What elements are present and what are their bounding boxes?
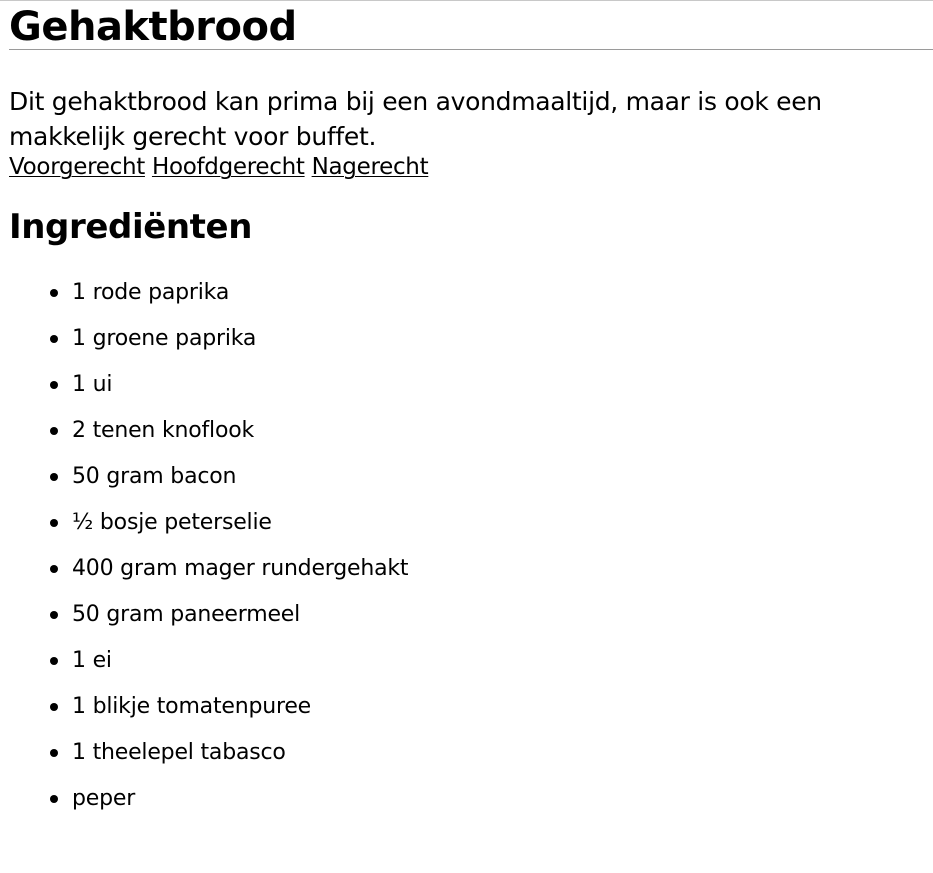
list-item: 400 gram mager rundergehakt: [50, 554, 933, 584]
bullet-icon: [50, 611, 58, 619]
bullet-icon: [50, 519, 58, 527]
ingredient-text: 1 blikje tomatenpuree: [72, 694, 312, 719]
bullet-icon: [50, 795, 58, 803]
list-item: 1 rode paprika: [50, 278, 933, 308]
bullet-icon: [50, 381, 58, 389]
list-item: ½ bosje peterselie: [50, 508, 933, 538]
ingredients-list: 1 rode paprika 1 groene paprika 1 ui 2 t…: [9, 278, 933, 814]
bullet-icon: [50, 657, 58, 665]
bullet-icon: [50, 473, 58, 481]
recipe-intro: Dit gehaktbrood kan prima bij een avondm…: [9, 87, 822, 151]
list-item: 1 groene paprika: [50, 324, 933, 354]
recipe-page: Gehaktbrood Dit gehaktbrood kan prima bi…: [0, 1, 933, 814]
ingredient-text: 1 ei: [72, 648, 112, 673]
bullet-icon: [50, 335, 58, 343]
ingredient-text: 1 theelepel tabasco: [72, 740, 286, 765]
list-item: 1 ui: [50, 370, 933, 400]
ingredients-heading: Ingrediënten: [9, 207, 252, 247]
ingredient-text: 2 tenen knoflook: [72, 418, 255, 443]
bullet-icon: [50, 289, 58, 297]
ingredient-text: ½ bosje peterselie: [72, 510, 272, 535]
ingredient-text: 400 gram mager rundergehakt: [72, 556, 409, 581]
list-item: 2 tenen knoflook: [50, 416, 933, 446]
bullet-icon: [50, 749, 58, 757]
list-item: 1 theelepel tabasco: [50, 738, 933, 768]
list-item: 1 ei: [50, 646, 933, 676]
ingredient-text: 1 rode paprika: [72, 280, 230, 305]
category-link-hoofdgerecht[interactable]: Hoofdgerecht: [152, 154, 305, 180]
ingredient-text: 50 gram paneermeel: [72, 602, 301, 627]
page-title: Gehaktbrood: [9, 1, 933, 50]
ingredient-text: 50 gram bacon: [72, 464, 237, 489]
bullet-icon: [50, 427, 58, 435]
category-links: Voorgerecht Hoofdgerecht Nagerecht: [9, 154, 933, 180]
bullet-icon: [50, 565, 58, 573]
bullet-icon: [50, 703, 58, 711]
ingredient-text: 1 groene paprika: [72, 326, 257, 351]
ingredient-text: 1 ui: [72, 372, 113, 397]
list-item: peper: [50, 784, 933, 814]
category-link-nagerecht[interactable]: Nagerecht: [312, 154, 429, 180]
ingredient-text: peper: [72, 786, 136, 811]
list-item: 50 gram paneermeel: [50, 600, 933, 630]
list-item: 1 blikje tomatenpuree: [50, 692, 933, 722]
list-item: 50 gram bacon: [50, 462, 933, 492]
category-link-voorgerecht[interactable]: Voorgerecht: [9, 154, 145, 180]
